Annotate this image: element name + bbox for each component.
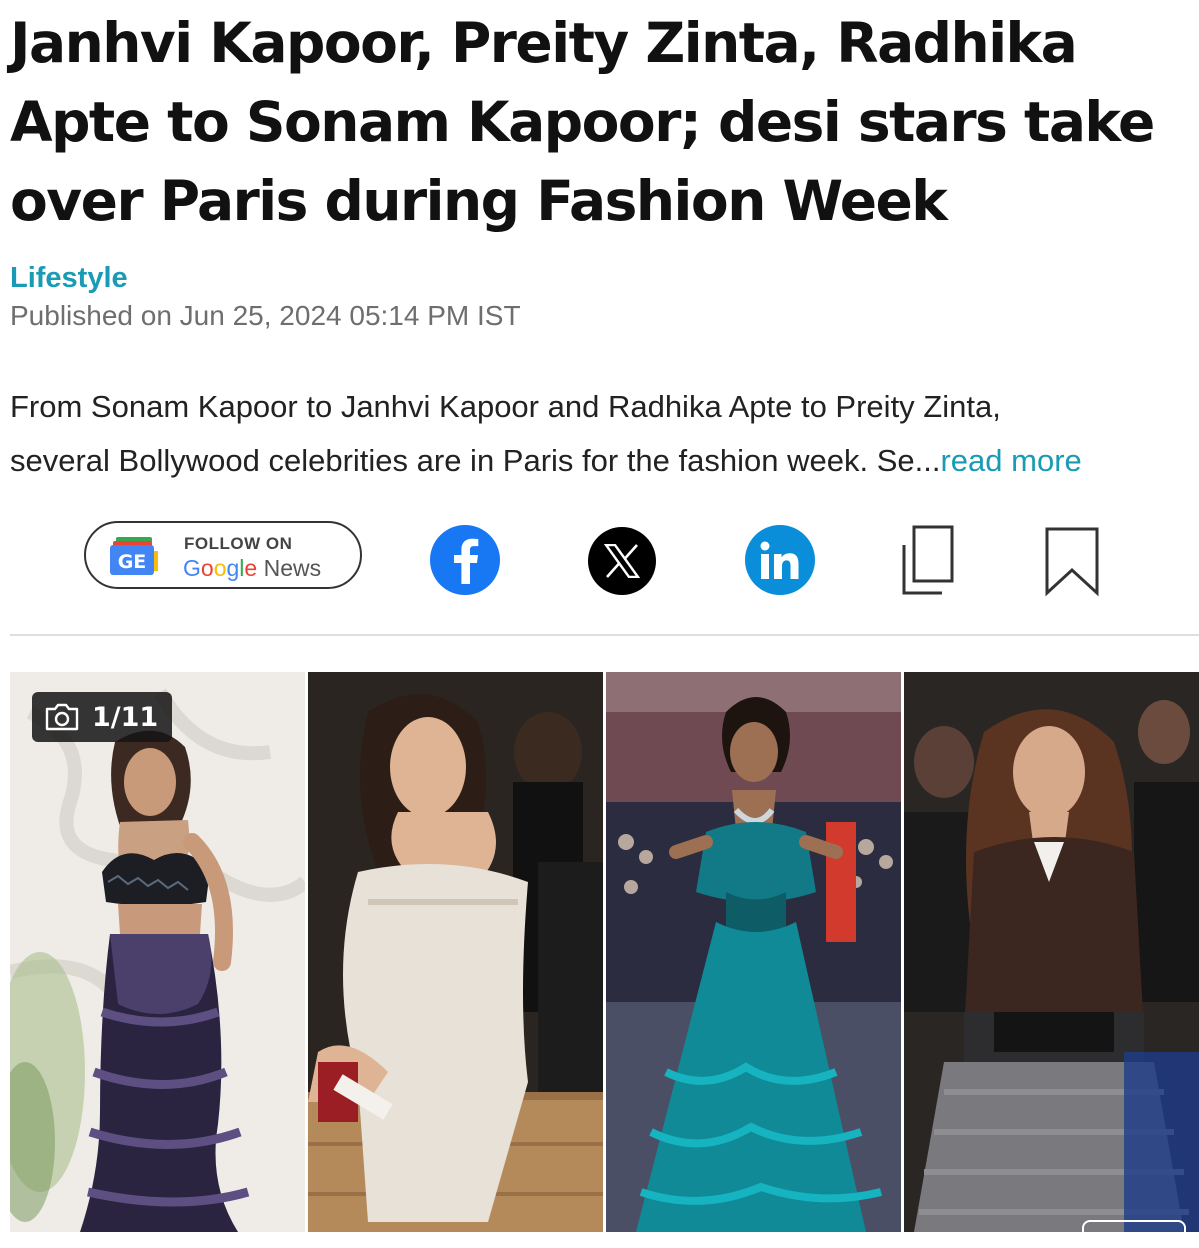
summary-line-2: several Bollywood celebrities are in Par… [10,434,1199,488]
summary-text: several Bollywood celebrities are in Par… [10,443,941,478]
gallery-photo-preity-zinta [308,672,603,1232]
section-divider [10,634,1199,636]
copy-icon [902,525,954,595]
facebook-icon [454,538,479,584]
x-share-button[interactable] [588,527,656,595]
gallery-photo-janhvi-kapoor [10,672,305,1232]
gallery-counter: 1/11 [32,692,172,742]
google-news-badge-text: GE [118,551,147,573]
follow-on-label: FOLLOW ON [184,534,293,553]
facebook-share-button[interactable] [430,525,500,595]
google-wordmark: Google [183,555,258,581]
gallery-photo-radhika-apte [606,672,901,1232]
category-link[interactable]: Lifestyle [10,262,128,295]
read-more-link[interactable]: read more [940,443,1081,478]
google-news-label: Google News [183,555,321,582]
gallery-counter-text: 1/11 [92,701,159,733]
photo-gallery[interactable]: 1/11 [10,672,1199,1232]
copy-link-button[interactable] [898,523,958,597]
bookmark-icon [1045,527,1099,597]
linkedin-icon [760,541,799,579]
share-bar: GE FOLLOW ON Google News [0,515,1199,605]
x-icon [604,544,640,578]
camera-icon [45,703,79,731]
news-word: News [263,555,322,581]
linkedin-share-button[interactable] [745,525,815,595]
gallery-next-button[interactable] [1082,1220,1186,1232]
bookmark-button[interactable] [1042,523,1102,597]
article-headline: Janhvi Kapoor, Preity Zinta, Radhika Apt… [10,11,1155,233]
google-news-follow-button[interactable]: GE FOLLOW ON Google News [84,521,362,589]
summary-line-1: From Sonam Kapoor to Janhvi Kapoor and R… [10,389,1001,424]
article-summary: From Sonam Kapoor to Janhvi Kapoor and R… [10,380,1199,488]
gallery-photo-sonam-kapoor [904,672,1199,1232]
publish-date: Published on Jun 25, 2024 05:14 PM IST [10,300,521,331]
google-news-icon: GE [110,537,158,575]
